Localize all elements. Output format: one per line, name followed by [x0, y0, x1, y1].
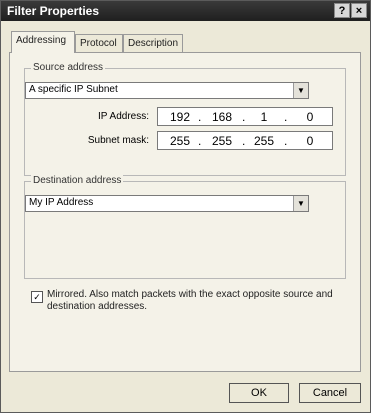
ip-octet-4: 0 [306, 110, 314, 124]
close-button[interactable]: × [351, 3, 367, 18]
mirrored-label: Mirrored. Also match packets with the ex… [47, 289, 333, 312]
ok-button[interactable]: OK [229, 383, 289, 403]
ip-octet-1: 192 [169, 110, 191, 124]
filter-properties-dialog: Filter Properties ? × Addressing Protoco… [0, 0, 371, 413]
mask-dot: . [284, 134, 288, 148]
cancel-button[interactable]: Cancel [299, 383, 361, 403]
source-address-label: Source address [31, 62, 106, 73]
source-address-group: Source address A specific IP Subnet ▼ IP… [24, 62, 346, 176]
destination-address-combo[interactable]: My IP Address ▼ [25, 195, 309, 212]
destination-address-label: Destination address [31, 175, 124, 186]
ip-dot: . [198, 110, 202, 124]
ip-address-field[interactable]: 192 . 168 . 1 . 0 [157, 107, 333, 126]
addressing-page: Source address A specific IP Subnet ▼ IP… [9, 52, 361, 372]
chevron-down-icon[interactable]: ▼ [293, 196, 308, 211]
ip-dot: . [284, 110, 288, 124]
chevron-down-icon[interactable]: ▼ [293, 83, 308, 98]
dialog-title: Filter Properties [7, 4, 100, 18]
mirrored-checkbox[interactable]: ✓ [31, 291, 43, 303]
mask-dot: . [198, 134, 202, 148]
source-address-combo[interactable]: A specific IP Subnet ▼ [25, 82, 309, 99]
source-address-value: A specific IP Subnet [29, 84, 118, 95]
mask-dot: . [242, 134, 246, 148]
subnet-mask-label: Subnet mask: [87, 135, 149, 146]
title-bar: Filter Properties ? × [1, 1, 370, 21]
mask-octet-3: 255 [253, 134, 275, 148]
tab-description[interactable]: Description [123, 34, 183, 52]
ip-octet-3: 1 [260, 110, 268, 124]
subnet-mask-field[interactable]: 255 . 255 . 255 . 0 [157, 131, 333, 150]
ip-dot: . [242, 110, 246, 124]
destination-address-value: My IP Address [29, 197, 94, 208]
ip-address-label: IP Address: [98, 111, 149, 122]
mask-octet-2: 255 [211, 134, 233, 148]
ip-octet-2: 168 [211, 110, 233, 124]
destination-address-group: Destination address My IP Address ▼ [24, 175, 346, 279]
tab-protocol[interactable]: Protocol [75, 34, 123, 52]
mask-octet-1: 255 [169, 134, 191, 148]
tab-addressing[interactable]: Addressing [11, 31, 75, 53]
help-button[interactable]: ? [334, 3, 350, 18]
mask-octet-4: 0 [306, 134, 314, 148]
